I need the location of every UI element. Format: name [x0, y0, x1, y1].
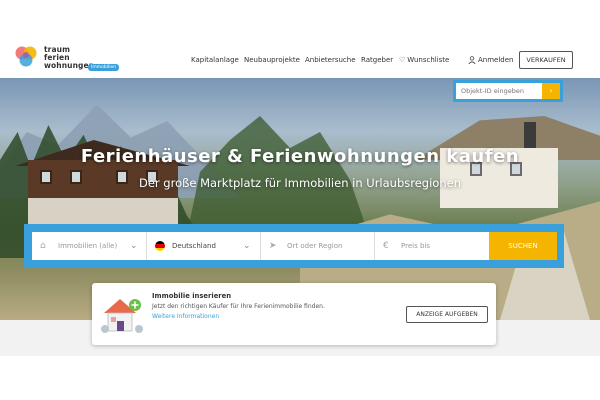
price-input[interactable]: € Preis bis	[375, 232, 489, 260]
location-input[interactable]: ➤ Ort oder Region	[261, 232, 375, 260]
chevron-down-icon: ⌄	[243, 241, 251, 251]
brand-badge: Immobilien	[88, 64, 120, 71]
nav-item-kapitalanlage[interactable]: Kapitalanlage	[191, 56, 239, 64]
brand-name[interactable]: traum ferien wohnungen	[44, 46, 94, 70]
header: traum ferien wohnungen Immobilien Kapita…	[0, 0, 600, 78]
object-id-go-button[interactable]: ›	[542, 83, 560, 99]
place-ad-button[interactable]: ANZEIGE AUFGEBEN	[406, 306, 488, 323]
property-type-value: Immobilien (alle)	[58, 242, 118, 250]
location-placeholder: Ort oder Region	[287, 242, 343, 250]
euro-icon: €	[383, 241, 389, 251]
country-select[interactable]: Deutschland ⌄	[147, 232, 261, 260]
object-id-search: ›	[453, 80, 563, 102]
login-link[interactable]: Anmelden	[478, 56, 513, 64]
location-arrow-icon: ➤	[269, 241, 277, 251]
country-value: Deutschland	[172, 242, 216, 250]
nav-item-wunschliste[interactable]: ♡ Wunschliste	[399, 56, 449, 64]
home-icon: ⌂	[40, 241, 46, 251]
nav-item-anbietersuche[interactable]: Anbietersuche	[305, 56, 356, 64]
brand-logo-icon[interactable]	[14, 44, 38, 68]
nav-item-ratgeber[interactable]: Ratgeber	[361, 56, 393, 64]
house-add-icon	[101, 299, 143, 333]
heart-icon: ♡	[399, 56, 406, 64]
wunschliste-label: Wunschliste	[407, 56, 450, 64]
listing-promo-card: Immobilie inserieren Jetzt den richtigen…	[92, 283, 496, 345]
hero-chimney	[524, 122, 536, 148]
hero-title: Ferienhäuser & Ferienwohnungen kaufen	[80, 146, 520, 167]
card-text: Jetzt den richtigen Käufer für Ihre Feri…	[152, 303, 325, 310]
price-placeholder: Preis bis	[401, 242, 430, 250]
more-info-link[interactable]: Weitere Informationen	[152, 313, 219, 320]
nav-item-neubauprojekte[interactable]: Neubauprojekte	[244, 56, 300, 64]
chevron-down-icon: ⌄	[130, 241, 138, 251]
object-id-input[interactable]	[456, 83, 542, 99]
hero-subtitle: Der große Marktplatz für Immobilien in U…	[138, 176, 461, 190]
hero-chalet-base	[28, 198, 178, 226]
user-icon[interactable]	[468, 56, 476, 64]
search-button[interactable]: SUCHEN	[489, 232, 557, 260]
property-type-select[interactable]: ⌂ Immobilien (alle) ⌄	[32, 232, 147, 260]
sell-button[interactable]: VERKAUFEN	[519, 51, 573, 69]
search-bar: ⌂ Immobilien (alle) ⌄ Deutschland ⌄ ➤ Or…	[32, 232, 557, 260]
germany-flag-icon	[155, 241, 165, 251]
brand-line-3: wohnungen	[44, 61, 95, 70]
card-title: Immobilie inserieren	[152, 292, 232, 300]
